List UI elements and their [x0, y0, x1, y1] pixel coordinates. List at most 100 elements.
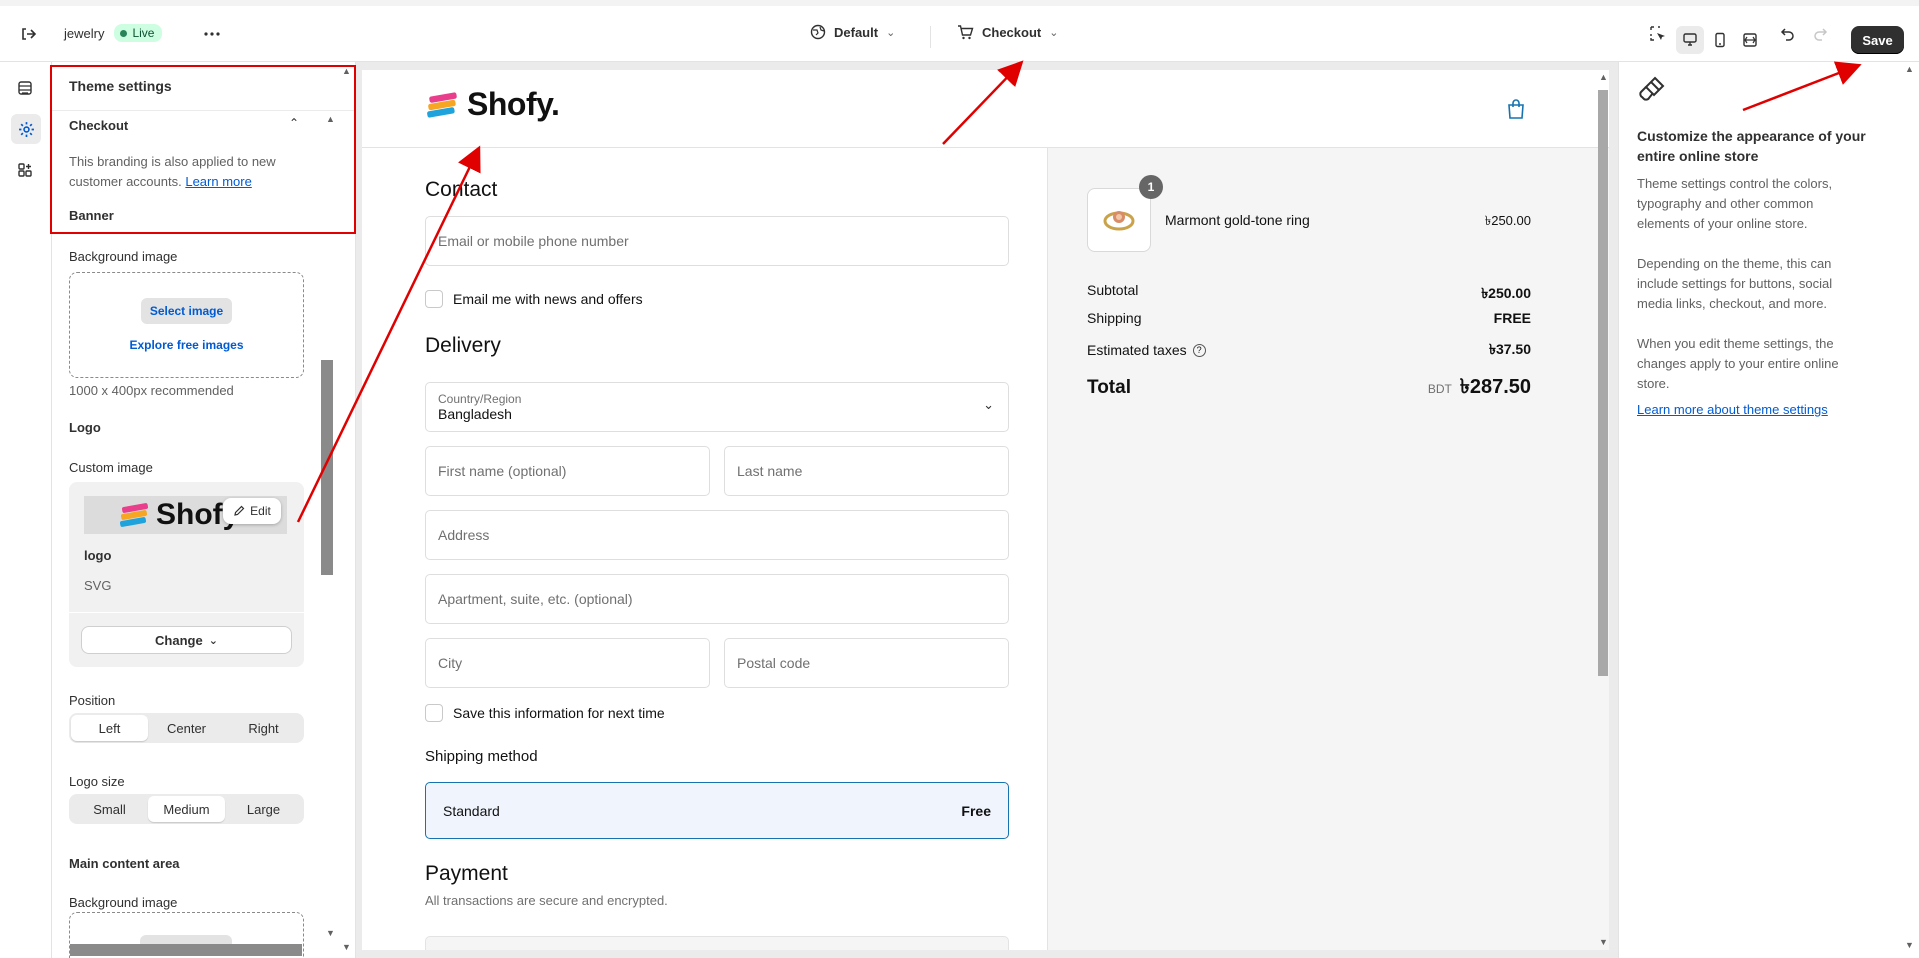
chevron-down-icon: ⌄	[983, 397, 994, 412]
paintbrush-icon	[1639, 76, 1665, 101]
total-label: Total	[1087, 377, 1131, 398]
help-learn-more-link[interactable]: Learn more about theme settings	[1637, 402, 1828, 417]
brand-wordmark: Shofy.	[467, 86, 560, 122]
help-panel: Customize the appearance of your entire …	[1618, 62, 1919, 958]
product-price: ৳250.00	[1484, 213, 1531, 228]
change-logo-button[interactable]: Change ⌄	[81, 626, 292, 654]
inspector-icon[interactable]	[1644, 20, 1672, 48]
editor-topbar: jewelry Live Default ⌄ Checkout ⌄ Save	[0, 0, 1919, 62]
shipping-option-price: Free	[961, 802, 991, 819]
first-name-input[interactable]: First name (optional)	[425, 446, 710, 496]
cart-icon	[958, 25, 974, 40]
theme-selector[interactable]: Default ⌄	[810, 24, 895, 40]
size-small-option[interactable]: Small	[71, 796, 148, 822]
currency-code: BDT	[1427, 382, 1452, 396]
apps-icon[interactable]	[11, 156, 39, 184]
city-input[interactable]: City	[425, 638, 710, 688]
position-segmented-control: Left Center Right	[69, 713, 304, 743]
size-large-option[interactable]: Large	[225, 796, 302, 822]
taxes-row: Estimated taxes? ৳37.50	[1087, 338, 1531, 362]
change-label: Change	[155, 632, 203, 648]
annotation-highlight-box	[50, 65, 356, 234]
position-right-option[interactable]: Right	[225, 715, 302, 741]
email-input[interactable]: Email or mobile phone number	[425, 216, 1009, 266]
preview-header: Shofy.	[362, 70, 1609, 148]
taxes-value: ৳37.50	[1488, 341, 1531, 357]
exit-icon[interactable]	[14, 20, 42, 48]
help-title: Customize the appearance of your entire …	[1637, 128, 1866, 164]
product-name: Marmont gold-tone ring	[1165, 212, 1310, 228]
bg-image-label: Background image	[69, 249, 178, 264]
checkbox-icon	[425, 704, 443, 722]
logo-size-label: Logo size	[69, 774, 125, 789]
save-info-checkbox[interactable]: Save this information for next time	[425, 704, 665, 722]
live-badge-label: Live	[132, 26, 155, 40]
explore-images-link[interactable]: Explore free images	[129, 338, 243, 352]
custom-image-label: Custom image	[69, 460, 153, 475]
bg-hint: 1000 x 400px recommended	[69, 383, 234, 398]
product-thumbnail	[1087, 188, 1151, 252]
country-label: Country/Region	[438, 392, 522, 406]
edit-logo-button[interactable]: Edit	[223, 498, 281, 524]
order-summary-column: 1 Marmont gold-tone ring ৳250.00 Subtota…	[1048, 148, 1609, 950]
shipping-option-standard[interactable]: Standard Free	[425, 782, 1009, 839]
checkbox-icon	[425, 290, 443, 308]
panel-scrollbar-thumb[interactable]	[321, 360, 333, 575]
position-label: Position	[69, 693, 116, 708]
position-center-option[interactable]: Center	[148, 715, 225, 741]
mobile-icon[interactable]	[1706, 26, 1734, 54]
scroll-up-arrow-icon[interactable]: ▲	[1905, 64, 1914, 74]
live-badge: Live	[114, 24, 163, 42]
payment-note: All transactions are secure and encrypte…	[425, 893, 668, 908]
logo-thumbnail: Shofy. Edit	[84, 496, 287, 534]
store-info: jewelry Live	[64, 24, 163, 42]
shipping-value: FREE	[1493, 310, 1531, 326]
page-selector[interactable]: Checkout ⌄	[957, 24, 1058, 40]
fullwidth-icon[interactable]	[1736, 26, 1764, 54]
redo-icon[interactable]	[1806, 20, 1834, 48]
bg-image-dropzone[interactable]: Select image Explore free images	[69, 272, 304, 378]
checkout-preview: Shofy. Contact Email or mobile phone num…	[362, 70, 1609, 950]
save-button[interactable]: Save	[1851, 26, 1904, 54]
scroll-down-arrow-icon[interactable]: ▼	[1905, 940, 1914, 950]
checkout-form-column: Contact Email or mobile phone number Ema…	[362, 148, 1048, 950]
address-input[interactable]: Address	[425, 510, 1009, 560]
panel-horizontal-scrollbar[interactable]	[70, 944, 302, 956]
postal-code-input[interactable]: Postal code	[724, 638, 1009, 688]
shipping-method-heading: Shipping method	[425, 748, 538, 765]
bag-icon[interactable]	[1506, 98, 1526, 120]
preview-scrollbar-thumb[interactable]	[1598, 90, 1608, 676]
info-icon[interactable]: ?	[1192, 343, 1206, 357]
size-medium-option[interactable]: Medium	[148, 796, 225, 822]
email-optin-label: Email me with news and offers	[453, 291, 643, 307]
scroll-down-arrow-icon[interactable]: ▼	[1599, 937, 1608, 947]
select-image-button[interactable]: Select image	[140, 298, 233, 324]
quantity-badge: 1	[1139, 175, 1163, 199]
scroll-down-arrow-icon[interactable]: ▼	[342, 942, 351, 952]
email-optin-checkbox[interactable]: Email me with news and offers	[425, 290, 643, 308]
desktop-icon[interactable]	[1676, 26, 1704, 54]
help-paragraph-2: Depending on the theme, this can include…	[1637, 256, 1833, 311]
help-paragraph-1: Theme settings control the colors, typog…	[1637, 176, 1833, 231]
edit-label: Edit	[250, 504, 271, 518]
save-info-label: Save this information for next time	[453, 705, 665, 721]
settings-icon[interactable]	[11, 114, 41, 144]
position-left-option[interactable]: Left	[71, 715, 148, 741]
apartment-input[interactable]: Apartment, suite, etc. (optional)	[425, 574, 1009, 624]
page-selector-label: Checkout	[982, 24, 1042, 40]
scroll-down-arrow-icon[interactable]: ▼	[326, 928, 335, 938]
payment-heading: Payment	[425, 862, 508, 885]
scroll-up-arrow-icon[interactable]: ▲	[1599, 72, 1608, 82]
payment-box[interactable]	[425, 936, 1009, 950]
device-toggle	[1676, 26, 1764, 54]
sections-icon[interactable]	[11, 74, 39, 102]
store-name[interactable]: jewelry	[64, 26, 104, 41]
shipping-row: Shipping FREE	[1087, 310, 1531, 326]
country-select[interactable]: Country/Region Bangladesh ⌄	[425, 382, 1009, 432]
last-name-input[interactable]: Last name	[724, 446, 1009, 496]
more-icon[interactable]	[198, 20, 226, 48]
undo-icon[interactable]	[1774, 20, 1802, 48]
chevron-down-icon: ⌄	[208, 634, 218, 647]
taxes-label: Estimated taxes	[1087, 342, 1187, 358]
preview-brand[interactable]: Shofy.	[425, 86, 560, 123]
